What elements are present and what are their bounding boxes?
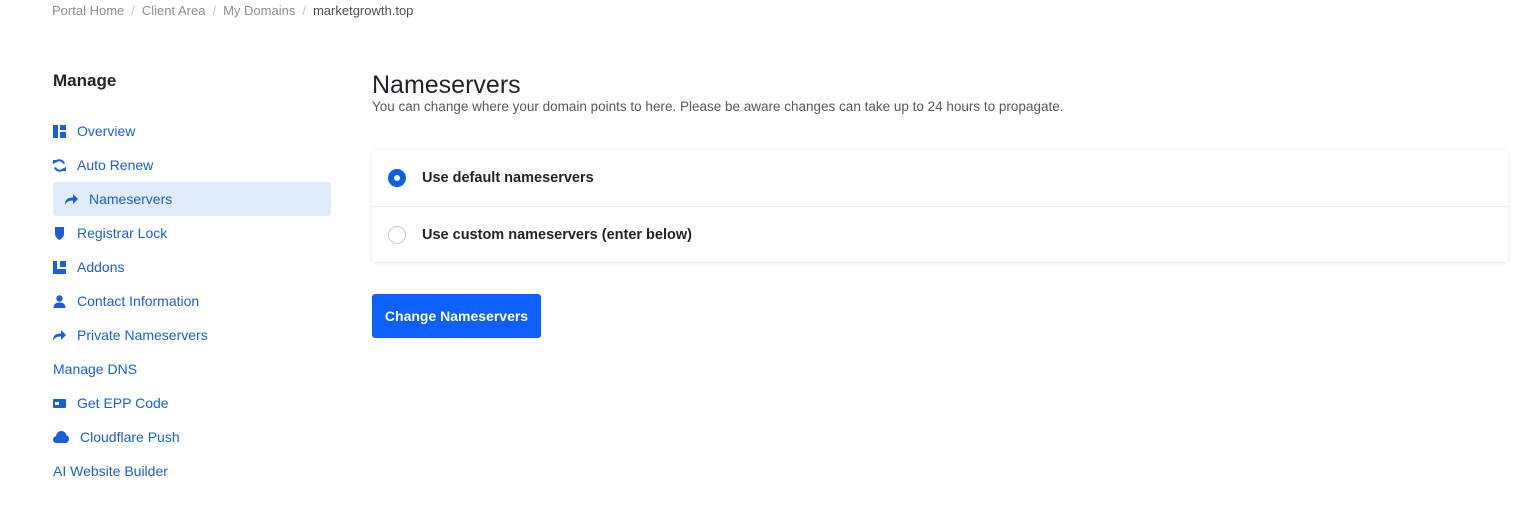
radio-custom-nameservers[interactable] [388, 225, 406, 244]
share-arrow-icon [65, 193, 78, 206]
id-card-icon [53, 397, 66, 410]
sidebar-item-nameservers[interactable]: Nameservers [53, 182, 331, 216]
sidebar-item-label: Get EPP Code [77, 395, 169, 411]
shield-icon [53, 226, 66, 240]
dashboard-icon [53, 124, 66, 138]
option-label: Use custom nameservers (enter below) [422, 226, 692, 243]
sidebar-item-registrar-lock[interactable]: Registrar Lock [53, 216, 331, 250]
sidebar-item-auto-renew[interactable]: Auto Renew [53, 148, 331, 182]
breadcrumb-separator: / [302, 3, 306, 18]
cloud-icon [53, 431, 69, 444]
sidebar-item-label: Nameservers [89, 191, 173, 207]
sidebar-item-label: Contact Information [77, 293, 200, 309]
sidebar-item-label: Cloudflare Push [80, 429, 180, 445]
sidebar-item-label: Addons [77, 259, 125, 275]
sidebar-item-private-nameservers[interactable]: Private Nameservers [53, 318, 331, 352]
share-arrow-icon [53, 329, 66, 342]
option-custom-nameservers[interactable]: Use custom nameservers (enter below) [372, 206, 1508, 262]
sidebar-item-get-epp-code[interactable]: Get EPP Code [53, 386, 331, 420]
sidebar-item-cloudflare-push[interactable]: Cloudflare Push [53, 420, 331, 454]
sidebar-item-overview[interactable]: Overview [53, 114, 331, 148]
sidebar-item-ai-website-builder[interactable]: AI Website Builder [53, 454, 331, 488]
sidebar: Manage Overview Auto Renew Nameservers R… [53, 70, 331, 488]
radio-default-nameservers[interactable] [388, 169, 406, 187]
sidebar-item-contact-information[interactable]: Contact Information [53, 284, 331, 318]
page-title: Nameservers [372, 71, 521, 99]
breadcrumb-separator: / [212, 3, 217, 18]
option-default-nameservers[interactable]: Use default nameservers [372, 150, 1508, 206]
user-icon [53, 294, 66, 308]
breadcrumb: Portal Home / Client Area / My Domains /… [52, 3, 413, 18]
sidebar-item-manage-dns[interactable]: Manage DNS [53, 352, 331, 386]
sidebar-item-addons[interactable]: Addons [53, 250, 331, 284]
sidebar-title: Manage [53, 71, 117, 90]
change-nameservers-button[interactable]: Change Nameservers [372, 294, 541, 338]
cubes-icon [53, 260, 66, 274]
breadcrumb-separator: / [131, 3, 135, 18]
sidebar-item-label: Overview [77, 123, 136, 139]
breadcrumb-my-domains[interactable]: My Domains [223, 3, 295, 18]
page-description: You can change where your domain points … [372, 99, 1064, 114]
main-content: Nameservers You can change where your do… [372, 70, 1508, 338]
breadcrumb-portal-home[interactable]: Portal Home [52, 3, 124, 18]
sidebar-item-label: Manage DNS [53, 361, 138, 377]
sync-icon [53, 158, 66, 172]
sidebar-item-label: Private Nameservers [77, 327, 208, 343]
option-label: Use default nameservers [422, 170, 594, 186]
sidebar-item-label: AI Website Builder [53, 463, 168, 479]
sidebar-item-label: Auto Renew [77, 157, 154, 173]
nameserver-options-card: Use default nameservers Use custom names… [372, 150, 1508, 262]
sidebar-item-label: Registrar Lock [77, 225, 168, 241]
breadcrumb-current: marketgrowth.top [312, 3, 414, 18]
breadcrumb-client-area[interactable]: Client Area [142, 3, 206, 18]
